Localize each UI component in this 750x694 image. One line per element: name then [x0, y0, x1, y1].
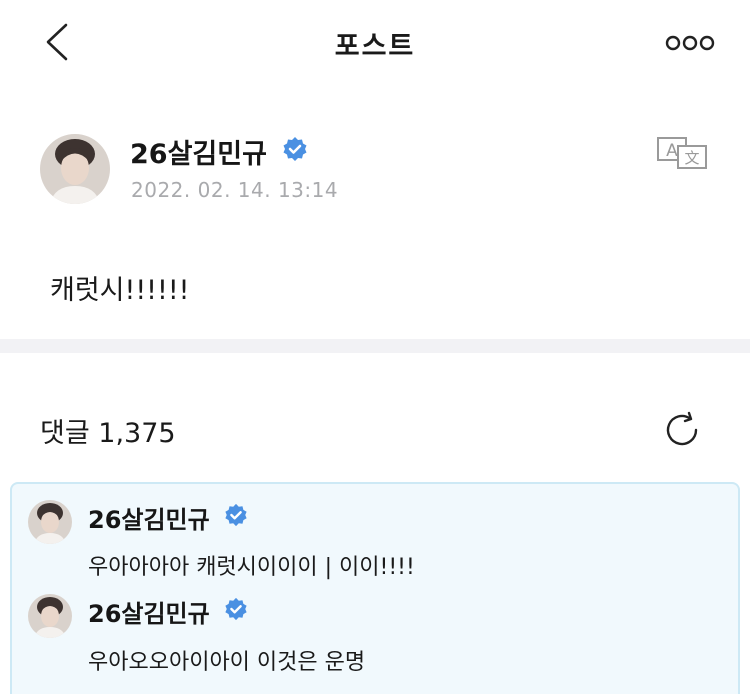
post-author-avatar[interactable] [40, 134, 110, 204]
verified-badge-icon [224, 597, 248, 627]
svg-text:文: 文 [684, 149, 699, 167]
verified-badge-icon [282, 136, 308, 169]
more-horizontal-icon [665, 35, 715, 51]
comment-text: 우아오오아이아이 이것은 운명 [88, 650, 366, 675]
comment-avatar[interactable] [28, 594, 72, 638]
post-author-name[interactable]: 26살김민규 [130, 132, 308, 172]
post-detail-screen: 포스트 26살김민규 2022. 02. 14. 13:14 A 文 캐럿시!!… [0, 0, 750, 694]
post-content: 캐럿시!!!!!! [50, 275, 190, 306]
comment-avatar[interactable] [28, 500, 72, 544]
more-options-button[interactable] [664, 30, 716, 56]
verified-badge-icon [224, 503, 248, 533]
comment-author[interactable]: 26살김민규 [88, 594, 248, 630]
section-divider [0, 339, 750, 353]
top-nav-bar: 포스트 [0, 0, 750, 88]
post-author-label: 26살김민규 [130, 139, 267, 170]
comment-author-label: 26살김민규 [88, 506, 210, 534]
refresh-button[interactable] [662, 410, 702, 450]
translate-icon: A 文 [657, 137, 707, 169]
comment-author[interactable]: 26살김민규 [88, 500, 248, 536]
svg-text:A: A [666, 141, 678, 161]
comment-text: 우아아아아 캐럿시이이이 | 이이!!!! [88, 555, 415, 580]
comment-author-label: 26살김민규 [88, 600, 210, 628]
page-title: 포스트 [334, 31, 416, 62]
post-timestamp: 2022. 02. 14. 13:14 [131, 178, 339, 202]
comments-count: 댓글 1,375 [40, 418, 176, 449]
translate-button[interactable]: A 文 [656, 136, 708, 170]
refresh-icon [666, 411, 698, 446]
